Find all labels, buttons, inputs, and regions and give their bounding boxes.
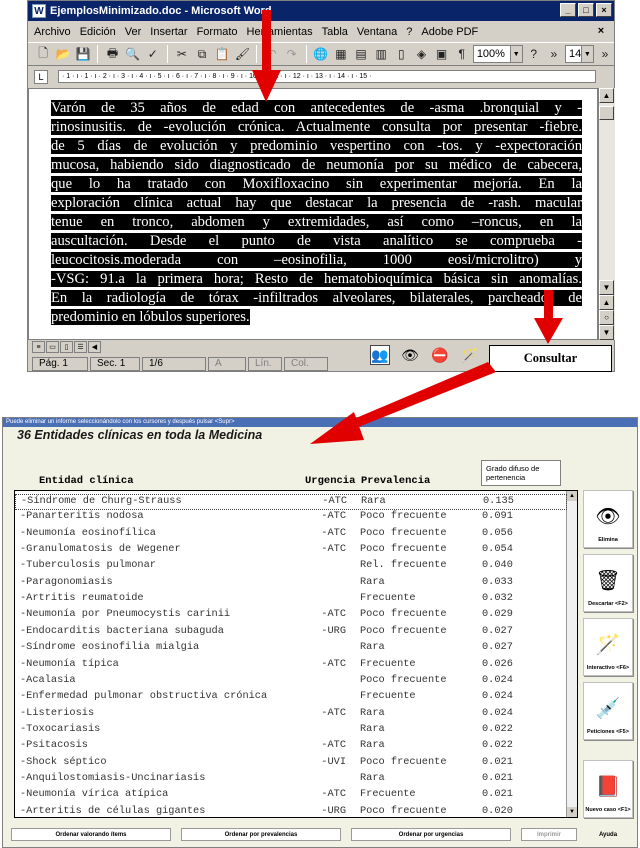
arrow-diagonal-head — [310, 412, 364, 444]
arrow-down-head — [252, 70, 281, 102]
arrow-down-shaft — [262, 10, 271, 72]
arrow-diagonal-shaft — [342, 362, 496, 432]
arrow-consultar-head — [534, 318, 563, 344]
arrow-consultar-shaft — [544, 290, 553, 320]
annotation-arrows — [252, 10, 563, 444]
